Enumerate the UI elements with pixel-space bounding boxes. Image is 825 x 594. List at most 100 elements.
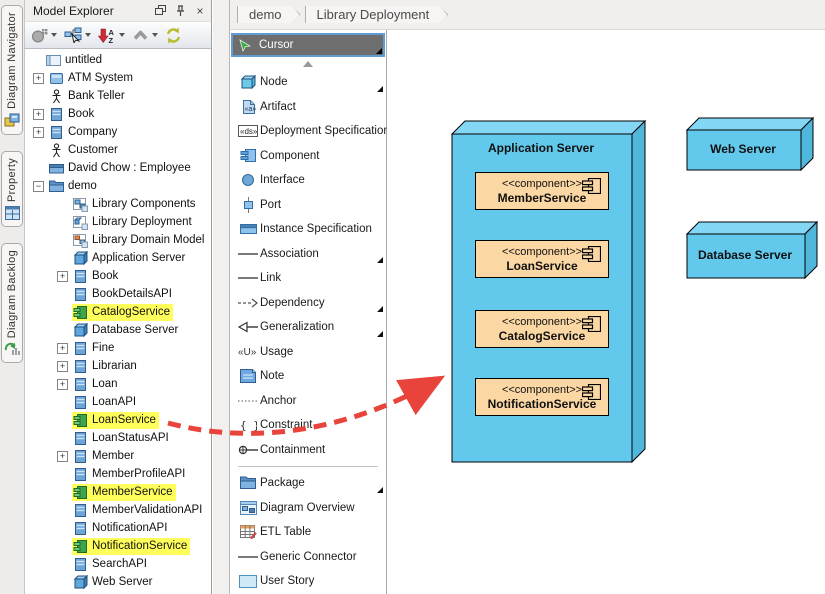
expand-toggle[interactable]: + [57, 271, 68, 282]
tree-item-loan[interactable]: +Loan [25, 375, 211, 393]
breadcrumb-demo[interactable]: demo [237, 6, 301, 23]
tree-item-library-deployment[interactable]: Library Deployment [25, 213, 211, 231]
tree-item-customer[interactable]: Customer [25, 141, 211, 159]
svg-text:Z: Z [109, 36, 114, 44]
side-tab-diagram-backlog[interactable]: Diagram Backlog [1, 243, 23, 363]
package-icon [236, 476, 260, 490]
palette-tool-anchor[interactable]: Anchor [230, 389, 386, 414]
tree-item-application-server[interactable]: Application Server [25, 249, 211, 267]
tree-item-web-server[interactable]: Web Server [25, 573, 211, 591]
new-element-button[interactable] [31, 27, 57, 44]
palette-tool-instance-specification[interactable]: Instance Specification [230, 217, 386, 242]
usage-icon: «U» [236, 345, 260, 358]
expand-toggle[interactable]: + [33, 109, 44, 120]
palette-tool-containment[interactable]: Containment [230, 438, 386, 463]
expand-toggle[interactable]: + [57, 379, 68, 390]
tree-item-librarian[interactable]: + Librarian [25, 357, 211, 375]
tree-item-company[interactable]: + Company [25, 123, 211, 141]
palette-tool-package[interactable]: Package [230, 471, 386, 496]
tree-item-memberprofileapi[interactable]: MemberProfileAPI [25, 465, 211, 483]
item: demo [48, 178, 100, 195]
palette-tool-usage[interactable]: «U»Usage [230, 340, 386, 365]
palette-scroll-up[interactable] [230, 57, 386, 70]
tree-item-david-chow-employee[interactable]: David Chow : Employee [25, 159, 211, 177]
uml-node-web-server[interactable]: Web Server [686, 117, 812, 169]
side-tab-property[interactable]: Property [1, 151, 23, 227]
tree-item-loanstatusapi[interactable]: LoanStatusAPI [25, 429, 211, 447]
tree-item-untitled[interactable]: untitled [25, 51, 211, 69]
uml-component-catalogservice[interactable]: <<component>> CatalogService [475, 310, 609, 348]
palette-tool-user-story[interactable]: User Story [230, 569, 386, 594]
tree-item-label: CatalogService [92, 306, 170, 318]
tree-item-demo[interactable]: −demo [25, 177, 211, 195]
tree-item-library-domain-model[interactable]: Library Domain Model [25, 231, 211, 249]
tree-item-membervalidationapi[interactable]: MemberValidationAPI [25, 501, 211, 519]
item: Company [48, 124, 120, 141]
collapse-toggle[interactable]: − [33, 181, 44, 192]
tree-item-loanapi[interactable]: LoanAPI [25, 393, 211, 411]
palette-tool-generalization[interactable]: Generalization [230, 315, 386, 340]
sort-button[interactable]: AZ [98, 27, 125, 44]
uml-component-memberservice[interactable]: <<component>> MemberService [475, 172, 609, 210]
tree-item-database-server[interactable]: Database Server [25, 321, 211, 339]
tree-item-loanservice[interactable]: LoanService [25, 411, 211, 429]
tree-item-fine[interactable]: +Fine [25, 339, 211, 357]
float-window-icon[interactable] [153, 4, 167, 18]
palette-tool-node[interactable]: Node [230, 70, 386, 95]
collapse-button[interactable] [132, 28, 158, 42]
expand-toggle[interactable]: + [57, 451, 68, 462]
expand-toggle[interactable]: + [33, 73, 44, 84]
item: Book [72, 268, 121, 285]
palette-tool-dependency[interactable]: Dependency [230, 291, 386, 316]
class-icon [73, 269, 88, 284]
diagram-palette: Cursor Node«a»Artifact«ds»Deployment Spe… [230, 30, 387, 594]
palette-tool-note[interactable]: Note [230, 364, 386, 389]
uml-component-glyph-icon [582, 178, 601, 197]
tree-item-bank-teller[interactable]: Bank Teller [25, 87, 211, 105]
uml-component-notificationservice[interactable]: <<component>> NotificationService [475, 378, 609, 416]
model-structure-button[interactable] [64, 27, 91, 43]
expand-toggle[interactable]: + [57, 361, 68, 372]
diagram-canvas[interactable]: Application Server Web Server Database S… [387, 30, 825, 594]
tree-item-member[interactable]: +Member [25, 447, 211, 465]
tree-item-label: Customer [68, 144, 118, 156]
palette-tool-link[interactable]: Link [230, 266, 386, 291]
palette-tool-label: Anchor [260, 395, 296, 407]
note-icon [236, 369, 260, 383]
component-green-icon [73, 539, 88, 554]
tree-item-notificationapi[interactable]: NotificationAPI [25, 519, 211, 537]
palette-tool-component[interactable]: Component [230, 144, 386, 169]
tree-item-notificationservice[interactable]: NotificationService [25, 537, 211, 555]
tree-item-book[interactable]: + Book [25, 267, 211, 285]
tree-item-catalogservice[interactable]: CatalogService [25, 303, 211, 321]
palette-tool-interface[interactable]: Interface [230, 168, 386, 193]
tree-item-atm-system[interactable]: +ATM System [25, 69, 211, 87]
close-icon[interactable]: × [193, 4, 207, 18]
tree-item-memberservice[interactable]: MemberService [25, 483, 211, 501]
tree-item-bookdetailsapi[interactable]: BookDetailsAPI [25, 285, 211, 303]
palette-tool-port[interactable]: Port [230, 193, 386, 218]
uml-component-loanservice[interactable]: <<component>> LoanService [475, 240, 609, 278]
side-tab-diagram-navigator[interactable]: Diagram Navigator [1, 5, 23, 135]
dotted-line-icon [236, 396, 260, 406]
expand-toggle[interactable]: + [57, 343, 68, 354]
refresh-button[interactable] [165, 27, 182, 44]
panel-splitter[interactable] [213, 0, 230, 594]
palette-tool-generic-connector[interactable]: Generic Connector [230, 545, 386, 570]
palette-tool-association[interactable]: Association [230, 242, 386, 267]
tree-item-label: Librarian [92, 360, 137, 372]
palette-tool-etl-table[interactable]: ETL Table [230, 520, 386, 545]
palette-tool-constraint[interactable]: { }Constraint [230, 413, 386, 438]
highlighted-item: CatalogService [72, 304, 173, 321]
expand-toggle[interactable]: + [33, 127, 44, 138]
breadcrumb-library-deployment[interactable]: Library Deployment [305, 6, 449, 23]
tree-item-library-components[interactable]: Library Components [25, 195, 211, 213]
uml-node-database-server[interactable]: Database Server [686, 221, 816, 277]
palette-tool-artifact[interactable]: «a»Artifact [230, 95, 386, 120]
palette-tool-deployment-specification[interactable]: «ds»Deployment Specification [230, 119, 386, 144]
tree-item-book[interactable]: +Book [25, 105, 211, 123]
palette-cursor-tool[interactable]: Cursor [231, 33, 385, 57]
pin-icon[interactable] [173, 4, 187, 18]
palette-tool-diagram-overview[interactable]: Diagram Overview [230, 496, 386, 521]
tree-item-searchapi[interactable]: SearchAPI [25, 555, 211, 573]
